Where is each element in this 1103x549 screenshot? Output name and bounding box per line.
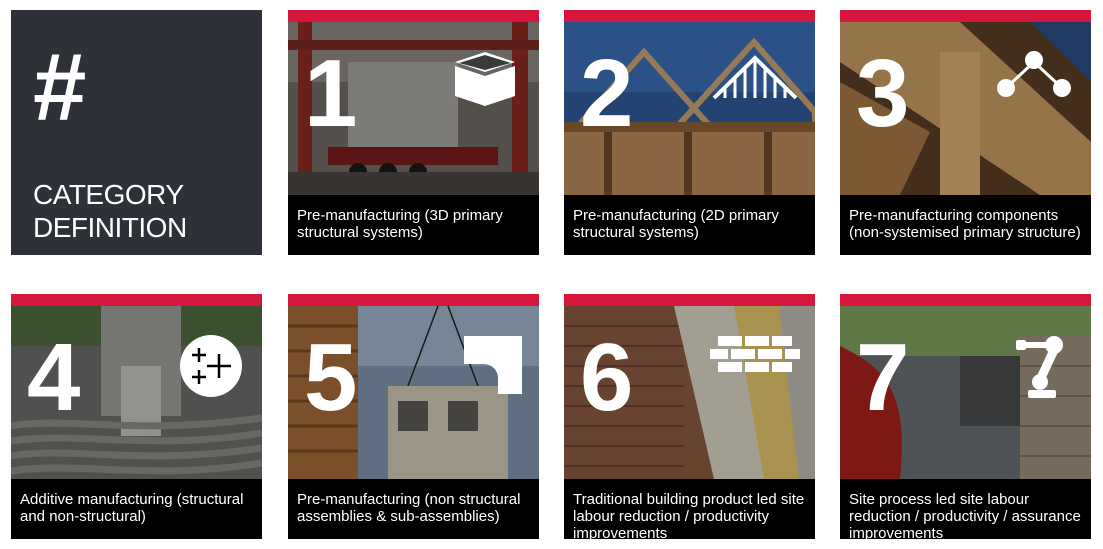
accent-bar [288,10,539,22]
category-number: 2 [580,40,634,147]
category-tile-6: 6 Traditional building product led site … [564,294,815,539]
category-caption: Pre-manufacturing (3D primary structural… [288,195,539,255]
roof-truss-icon [712,44,798,114]
category-tile-1: 1 Pre-manufacturing (3D primary structur… [288,10,539,255]
category-number: 6 [580,324,634,431]
accent-bar [288,294,539,306]
assembly-corner-icon [462,334,524,396]
category-number: 4 [27,324,81,431]
category-tile-7: 7 Site process led site labour reduction… [840,294,1091,539]
accent-bar [564,10,815,22]
cube-icon [450,44,520,114]
category-tile-2: 2 Pre-manufacturing (2D primary structur… [564,10,815,255]
category-number: 5 [304,324,358,431]
accent-bar [840,294,1091,306]
category-number: 1 [304,40,358,147]
category-caption: Traditional building product led site la… [564,479,815,539]
category-tile-4: 4 Additive manufacturing (structural and… [11,294,262,539]
category-definition-card: # CATEGORY DEFINITION [11,10,262,255]
accent-bar [564,294,815,306]
category-caption: Site process led site labour reduction /… [840,479,1091,539]
category-tile-3: 3 Pre-manufacturing components (non-syst… [840,10,1091,255]
category-definition-title: CATEGORY DEFINITION [33,179,187,243]
category-caption: Pre-manufacturing components (non-system… [840,195,1091,255]
node-connection-icon [994,44,1074,114]
category-caption: Pre-manufacturing (2D primary structural… [564,195,815,255]
category-tile-5: 5 Pre-manufacturing (non structural asse… [288,294,539,539]
category-number: 7 [856,324,910,431]
hash-symbol: # [33,34,87,141]
robot-arm-icon [1010,330,1074,402]
additive-sparkle-icon [179,334,243,398]
accent-bar [11,294,262,306]
category-number: 3 [856,40,910,147]
accent-bar [840,10,1091,22]
category-caption: Additive manufacturing (structural and n… [11,479,262,539]
brick-wall-icon [710,334,800,384]
category-caption: Pre-manufacturing (non structural assemb… [288,479,539,539]
